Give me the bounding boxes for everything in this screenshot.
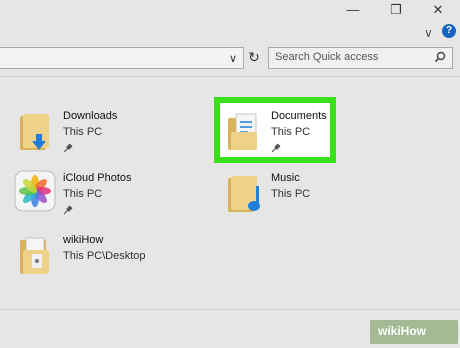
- list-item-music[interactable]: Music This PC: [226, 170, 346, 220]
- pin-icon[interactable]: [63, 205, 73, 215]
- list-item-wikihow[interactable]: wikiHow This PC\Desktop: [18, 232, 188, 282]
- music-folder-icon: [228, 176, 260, 212]
- title-bar: — ❐ ✕: [0, 0, 460, 22]
- help-button[interactable]: ?: [442, 24, 456, 38]
- pin-icon[interactable]: [271, 143, 281, 153]
- item-name: iCloud Photos: [63, 172, 132, 184]
- documents-folder-icon: [228, 113, 257, 150]
- downloads-folder-icon: [20, 114, 49, 150]
- refresh-button[interactable]: ↻: [244, 47, 264, 67]
- search-box[interactable]: Search Quick access: [268, 47, 453, 69]
- pin-icon[interactable]: [63, 143, 73, 153]
- ribbon-collapse-icon[interactable]: ∨: [424, 26, 433, 40]
- item-location: This PC\Desktop: [63, 250, 146, 262]
- item-name: Downloads: [63, 110, 118, 122]
- item-location: This PC: [271, 188, 311, 200]
- list-item-icloud-photos[interactable]: iCloud Photos This PC: [14, 170, 194, 220]
- list-item-downloads[interactable]: Downloads This PC: [18, 108, 188, 158]
- item-location: This PC: [63, 126, 103, 138]
- item-location: This PC: [271, 126, 311, 138]
- watermark-text: wikiHow: [378, 324, 427, 338]
- address-field[interactable]: ∨: [0, 47, 244, 69]
- item-location: This PC: [63, 188, 103, 200]
- chevron-down-icon[interactable]: ∨: [229, 52, 237, 65]
- search-input[interactable]: Search Quick access: [275, 51, 378, 63]
- list-item-documents[interactable]: Documents This PC: [226, 108, 334, 158]
- close-button[interactable]: ✕: [430, 3, 446, 17]
- wikihow-watermark: wikiHow: [370, 320, 458, 344]
- icloud-photos-icon: [14, 170, 56, 212]
- restore-button[interactable]: ❐: [388, 3, 404, 17]
- divider: [0, 76, 460, 77]
- wikihow-folder-icon: [20, 237, 49, 274]
- divider: [0, 309, 460, 310]
- minimize-button[interactable]: —: [345, 3, 361, 17]
- item-name: Music: [271, 172, 300, 184]
- search-icon[interactable]: [434, 51, 446, 63]
- item-name: wikiHow: [63, 234, 104, 246]
- item-name: Documents: [271, 110, 327, 122]
